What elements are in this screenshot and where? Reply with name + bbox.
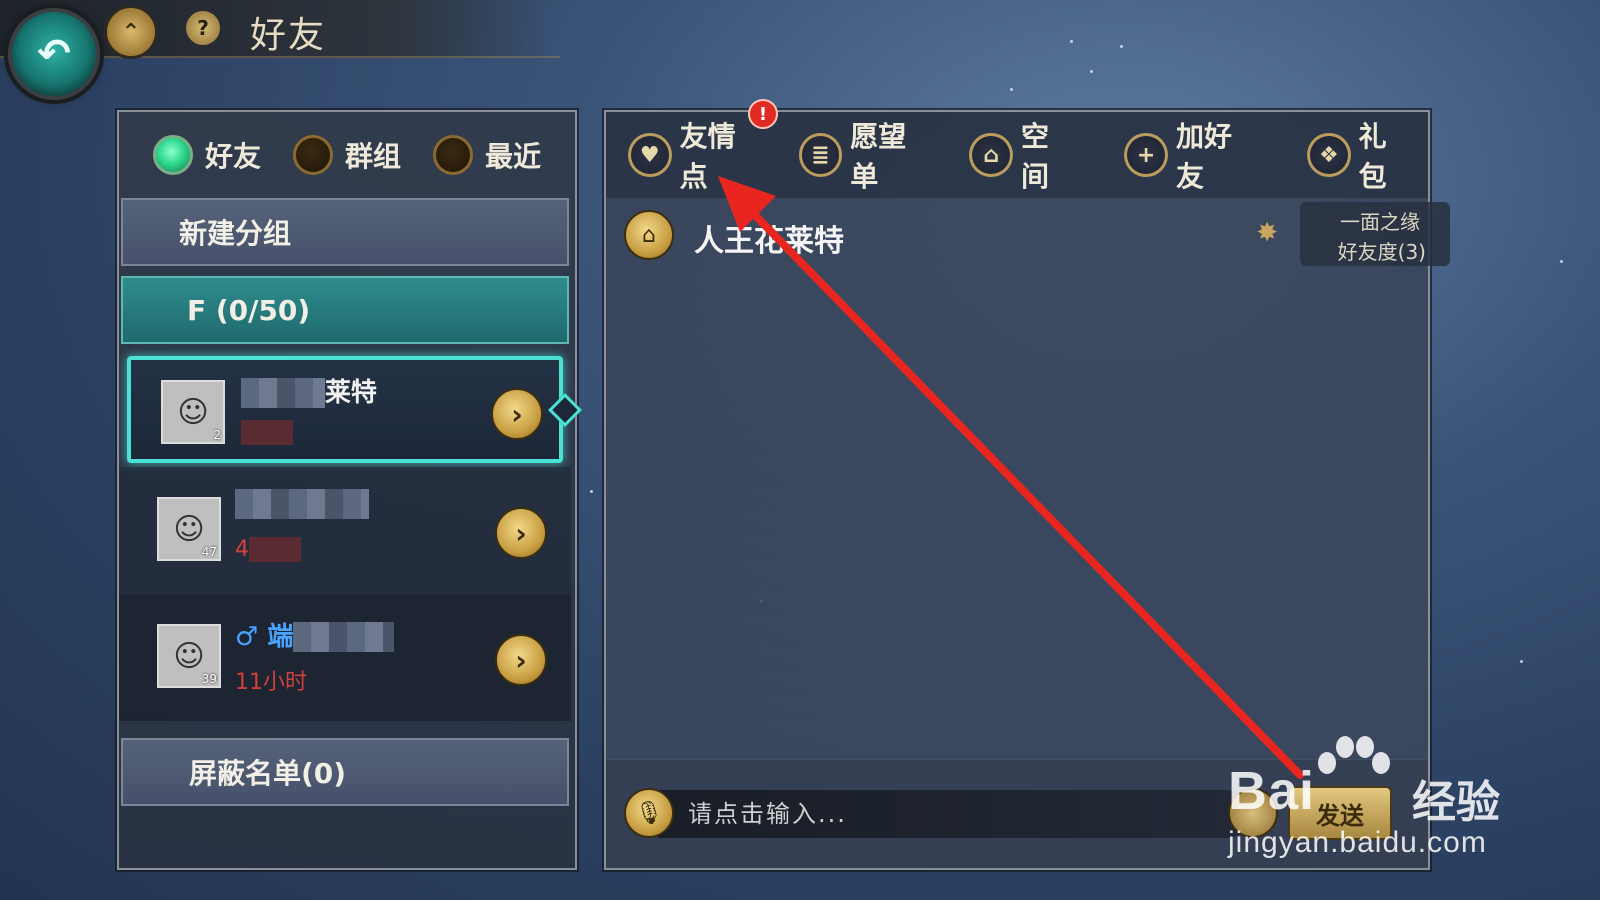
relation-badge: 一面之缘 好友度(3) xyxy=(1300,202,1450,266)
help-button[interactable]: ? xyxy=(186,11,220,45)
blocked-list-button[interactable]: 屏蔽名单(0) xyxy=(121,738,569,806)
friend-name: xxxxxxxx xyxy=(235,489,370,519)
chat-input[interactable] xyxy=(658,790,1250,838)
friend-name: xxxxx莱特 xyxy=(241,372,377,409)
chat-partner-name: 人王花莱特 xyxy=(694,224,844,259)
friend-status: 4xxxx xyxy=(235,537,302,562)
heart-icon: ♥ xyxy=(628,133,672,177)
level-badge: 39 xyxy=(201,672,217,686)
alert-icon: ! xyxy=(748,99,778,129)
radio-off-icon xyxy=(293,135,334,175)
friend-row[interactable]: ☺39 ♂ 端xxxxxx 11小时 › xyxy=(119,594,571,721)
tab-label: 好友 xyxy=(205,140,262,173)
chevron-right-icon: › xyxy=(515,643,527,677)
friend-list: ☺2 xxxxx莱特 xxxx › ☺47 xxxxxxxx 4xxxx › ☺… xyxy=(119,348,582,721)
radio-on-icon xyxy=(153,135,193,175)
chevron-right-icon: › xyxy=(515,516,527,550)
baidu-watermark: Bai 经验 jingyan.baidu.com xyxy=(1228,730,1528,870)
relation-star-icon: ✸ xyxy=(1256,218,1278,248)
friend-name: ♂ 端xxxxxx xyxy=(235,616,394,653)
watermark-suffix: 经验 xyxy=(1412,777,1500,828)
tab-label: 最近 xyxy=(485,140,542,173)
friend-name-text: 莱特 xyxy=(324,378,377,408)
friend-detail-button[interactable]: › xyxy=(491,388,543,440)
radio-off-icon xyxy=(433,135,474,175)
tab-label: 加好友 xyxy=(1175,120,1232,193)
friends-group-header[interactable]: F (0/50) xyxy=(121,276,569,344)
relation-title: 一面之缘 xyxy=(1340,210,1420,234)
tab-label: 群组 xyxy=(345,140,402,173)
tab-groups[interactable]: 群组 xyxy=(293,135,401,175)
level-badge: 2 xyxy=(213,428,221,442)
blurred-text: xxxxxxxx xyxy=(235,489,370,519)
tab-label: 愿望单 xyxy=(850,120,907,193)
page-title: 好友 xyxy=(250,15,327,56)
tab-friendship-points[interactable]: ♥ 友情点 ! xyxy=(628,99,778,195)
relation-value: 好友度(3) xyxy=(1337,240,1426,264)
friend-row[interactable]: ☺47 xxxxxxxx 4xxxx › xyxy=(119,467,571,594)
paw-icon xyxy=(1312,730,1390,790)
chevron-up-icon: ⌃ xyxy=(121,19,141,45)
blurred-text: xxxx xyxy=(249,537,302,562)
chevron-right-icon: › xyxy=(511,397,523,431)
chat-toolbar: ♥ 友情点 ! ≣ 愿望单 ⌂ 空间 + 加好友 ❖ 礼包 xyxy=(606,99,1428,199)
friends-group-label: F (0/50) xyxy=(187,293,311,327)
tab-friends[interactable]: 好友 xyxy=(153,135,261,175)
avatar: ☺ 2 xyxy=(161,380,225,444)
tab-gift[interactable]: ❖ 礼包 xyxy=(1307,115,1414,195)
watermark-logo: Bai xyxy=(1228,761,1316,821)
tab-add-friend[interactable]: + 加好友 xyxy=(1124,115,1259,195)
selection-pointer-icon xyxy=(548,393,582,427)
visit-home-button[interactable]: ⌂ xyxy=(624,210,674,260)
friend-status-text: 11小时 xyxy=(235,670,307,695)
friend-status: 11小时 xyxy=(235,664,307,696)
tab-label: 空间 xyxy=(1020,120,1049,193)
gift-icon: ❖ xyxy=(1307,133,1351,177)
microphone-icon: 🎙 xyxy=(635,800,663,826)
friend-status-text: 4 xyxy=(235,537,249,562)
friend-list-panel: 好友 群组 最近 新建分组 F (0/50) ☺2 xxxxx莱特 xxxx ›… xyxy=(117,110,582,870)
back-arrow-icon: ↶ xyxy=(37,31,71,77)
tab-label: 友情点 xyxy=(679,120,736,193)
back-button[interactable]: ↶ xyxy=(8,8,100,100)
scroll-icon: ≣ xyxy=(798,133,843,177)
friend-name-text: ♂ 端 xyxy=(235,622,294,652)
friend-row-selected[interactable]: ☺2 xxxxx莱特 xxxx › xyxy=(127,356,582,463)
tab-recent[interactable]: 最近 xyxy=(433,135,541,175)
collapse-button[interactable]: ⌃ xyxy=(104,5,158,59)
tab-space[interactable]: ⌂ 空间 xyxy=(969,115,1076,195)
friend-detail-button[interactable]: › xyxy=(495,507,547,559)
level-badge: 47 xyxy=(201,545,217,559)
voice-button[interactable]: 🎙 xyxy=(624,788,674,838)
tab-wishlist[interactable]: ≣ 愿望单 xyxy=(798,115,934,195)
avatar: ☺ 39 xyxy=(157,624,221,688)
blurred-text: xxxxxx xyxy=(293,622,394,652)
blurred-text: xxxxx xyxy=(241,378,325,408)
watermark-url: jingyan.baidu.com xyxy=(1228,826,1487,859)
new-group-button[interactable]: 新建分组 xyxy=(121,198,569,266)
left-tabs: 好友 群组 最近 xyxy=(119,112,575,198)
tab-label: 礼包 xyxy=(1358,120,1387,193)
home-icon: ⌂ xyxy=(969,133,1013,177)
friend-status: xxxx xyxy=(241,420,294,445)
avatar: ☺ 47 xyxy=(157,497,221,561)
friend-detail-button[interactable]: › xyxy=(495,634,547,686)
plus-icon: + xyxy=(1124,133,1168,177)
blurred-text: xxxx xyxy=(241,420,294,445)
home-icon: ⌂ xyxy=(642,222,656,248)
question-icon: ? xyxy=(197,16,209,40)
